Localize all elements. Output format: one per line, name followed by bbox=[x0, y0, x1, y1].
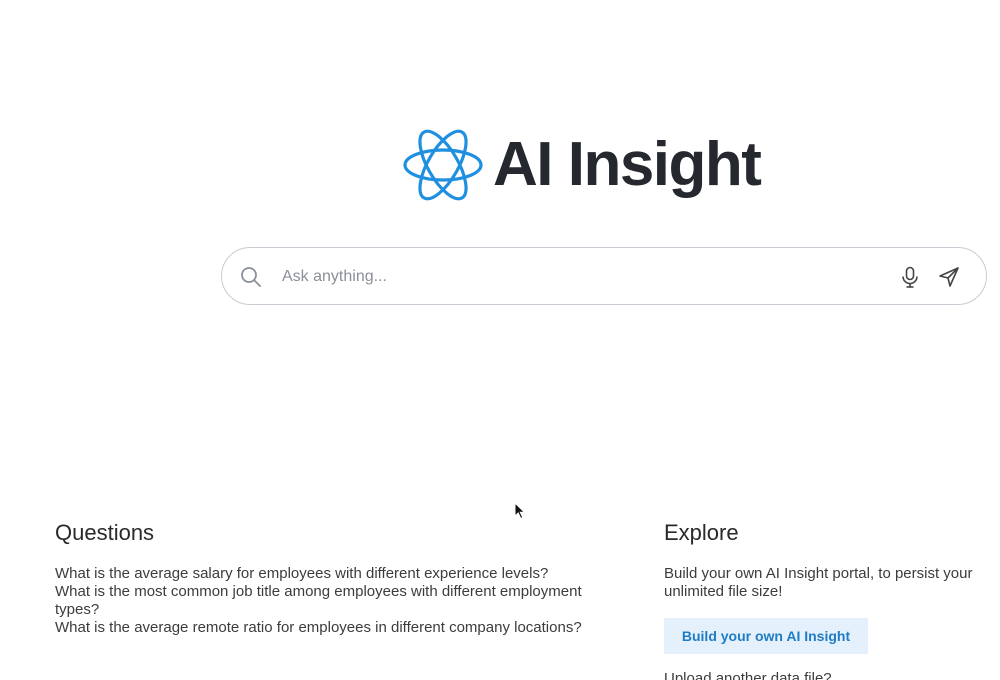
question-item[interactable]: What is the average remote ratio for emp… bbox=[55, 619, 595, 637]
search-icon bbox=[241, 267, 261, 287]
questions-list: What is the average salary for employees… bbox=[55, 565, 595, 637]
microphone-button[interactable] bbox=[897, 264, 923, 290]
explore-description-line: unlimited file size! bbox=[664, 583, 783, 600]
explore-description-line: Build your own AI Insight portal, to per… bbox=[664, 565, 973, 582]
send-icon bbox=[939, 267, 959, 287]
search-bar[interactable] bbox=[221, 247, 987, 305]
app-title: AI Insight bbox=[493, 130, 762, 199]
explore-description: Build your own AI Insight portal, to per… bbox=[664, 565, 1000, 601]
build-your-own-button[interactable]: Build your own AI Insight bbox=[664, 618, 868, 654]
atom-icon bbox=[403, 129, 483, 201]
microphone-icon bbox=[902, 266, 918, 288]
question-item[interactable]: What is the average salary for employees… bbox=[55, 565, 595, 583]
app-logo: AI Insight bbox=[402, 122, 762, 208]
mouse-cursor-icon bbox=[514, 502, 526, 520]
search-input[interactable] bbox=[282, 262, 882, 292]
questions-heading: Questions bbox=[55, 520, 155, 545]
page: AI Insight Questions What is the aver bbox=[0, 0, 1000, 680]
question-item[interactable]: What is the most common job title among … bbox=[55, 583, 595, 619]
upload-data-link[interactable]: Upload another data file? bbox=[664, 670, 832, 680]
explore-heading: Explore bbox=[664, 520, 739, 545]
send-button[interactable] bbox=[936, 264, 962, 290]
